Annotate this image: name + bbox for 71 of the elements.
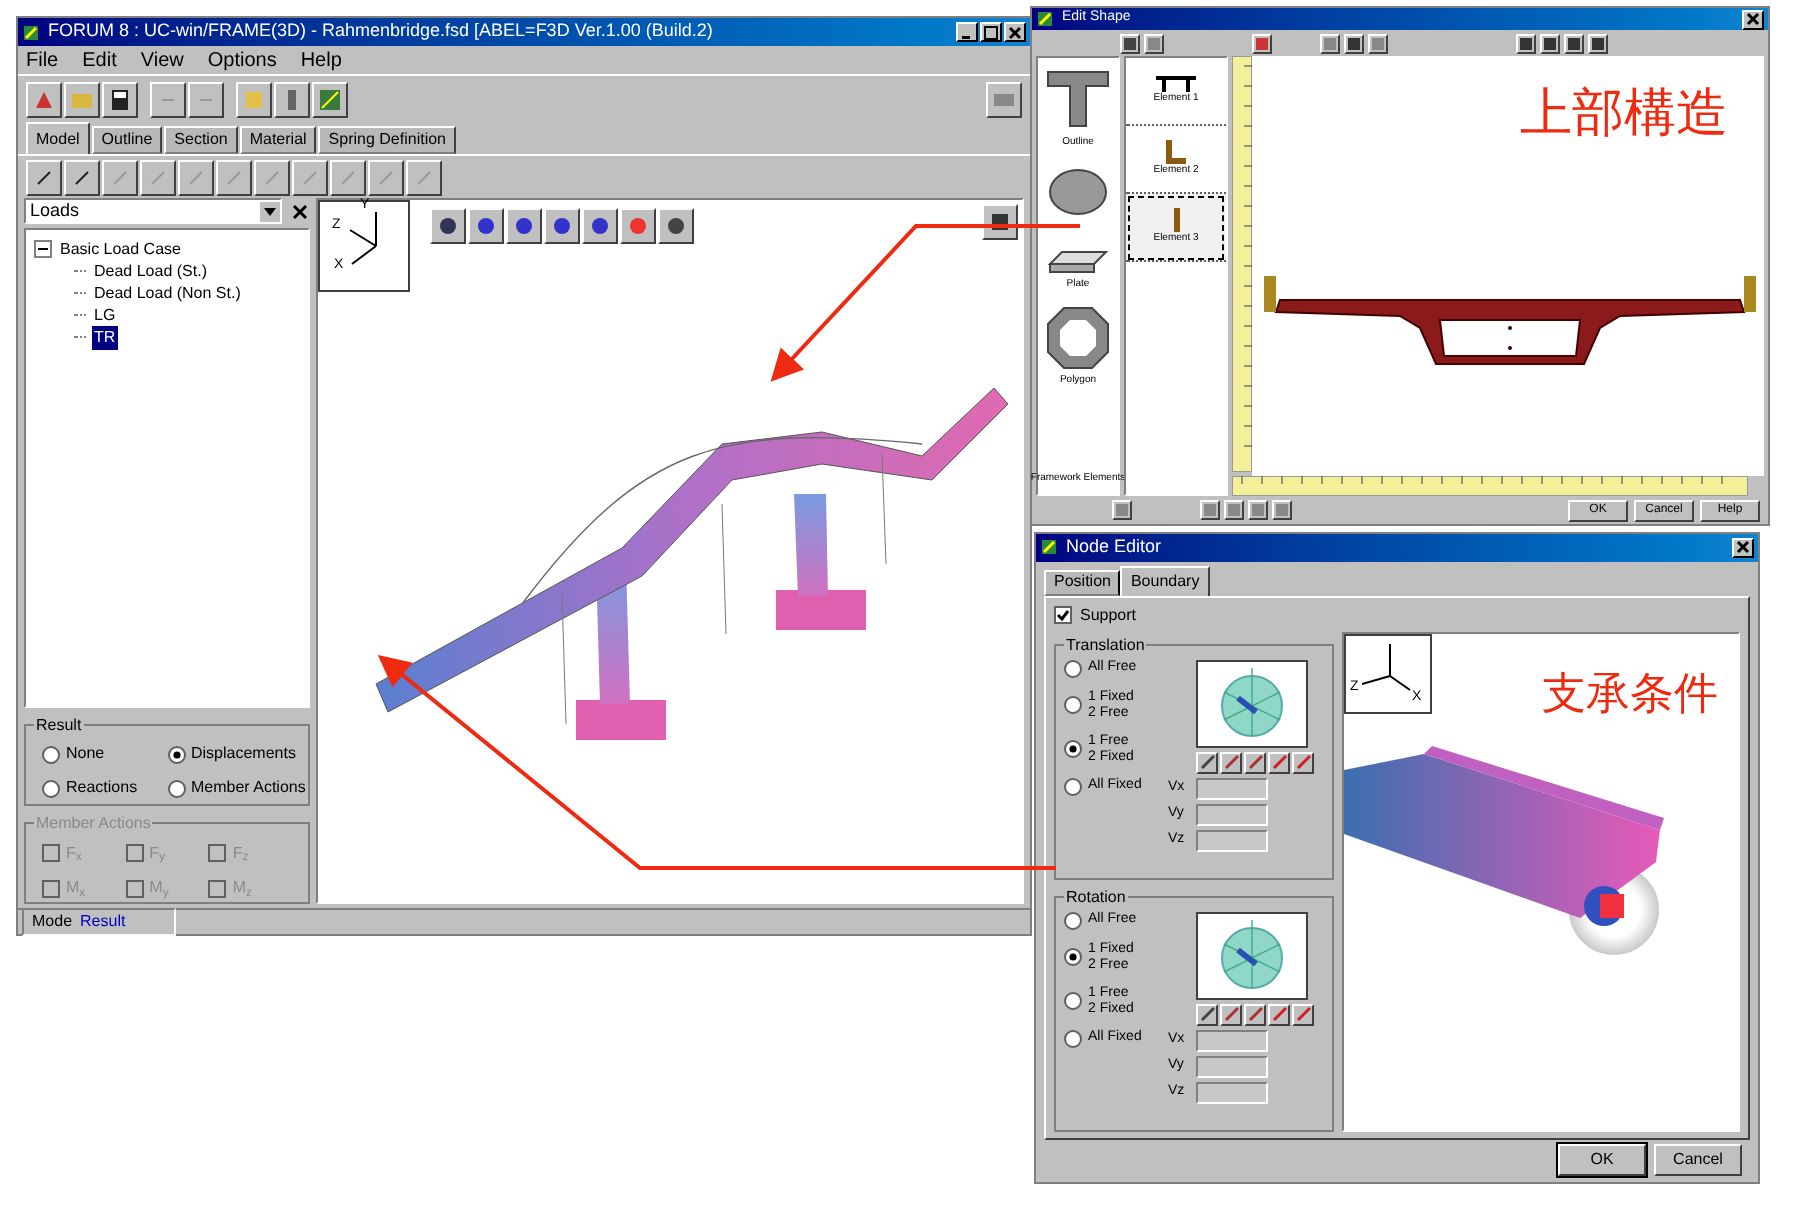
radio-button[interactable] — [1064, 911, 1082, 929]
toolbar-button-icon[interactable] — [70, 165, 94, 189]
close-icon[interactable] — [1744, 10, 1762, 28]
tree-item[interactable]: Dead Load (St.) — [92, 259, 209, 283]
maximize-icon[interactable] — [982, 23, 1000, 41]
input-field[interactable] — [1196, 1081, 1268, 1103]
group-title: Translation — [1064, 633, 1147, 657]
app-icon — [1040, 538, 1058, 557]
radio-label: Reactions — [66, 776, 138, 801]
collapse-icon[interactable] — [34, 240, 52, 258]
dialog-button[interactable]: OK — [1558, 1144, 1646, 1177]
radio-button[interactable] — [1064, 1029, 1082, 1047]
status-label: Mode — [32, 910, 73, 934]
section-piece-icon — [1173, 207, 1179, 232]
radio-button[interactable] — [1064, 948, 1082, 966]
input-field[interactable] — [1196, 1029, 1268, 1051]
menu-item[interactable]: File — [26, 45, 59, 75]
tab[interactable]: Material — [239, 126, 317, 154]
radio-button[interactable] — [1064, 740, 1082, 758]
tab[interactable]: Spring Definition — [318, 126, 456, 154]
toolbar-button-icon[interactable] — [32, 165, 56, 189]
radio-button[interactable] — [1064, 992, 1082, 1010]
octagon-shape-icon[interactable] — [1042, 304, 1114, 372]
tab[interactable]: Section — [164, 126, 238, 154]
close-icon[interactable] — [290, 201, 310, 221]
toolbar-button-icon[interactable] — [108, 87, 132, 111]
radio-button[interactable] — [42, 745, 60, 764]
checkbox-label: Support — [1080, 603, 1137, 627]
checkbox[interactable] — [1054, 606, 1072, 624]
radio-label: None — [66, 742, 105, 767]
section-piece-icon — [1156, 75, 1196, 92]
radio-button[interactable] — [1064, 777, 1082, 795]
menu-item[interactable]: View — [140, 45, 184, 75]
input-field[interactable] — [1196, 803, 1268, 825]
close-icon[interactable] — [1734, 538, 1752, 557]
toolbar-button-icon[interactable] — [436, 214, 460, 238]
tab[interactable]: Position — [1044, 569, 1121, 595]
input-field[interactable] — [1196, 777, 1268, 799]
tree-item[interactable]: LG — [92, 303, 118, 327]
tree-item[interactable]: TR — [92, 325, 118, 349]
close-icon[interactable] — [1006, 23, 1024, 41]
radio-button[interactable] — [42, 779, 60, 798]
status-value: Result — [80, 910, 126, 934]
caption-text: 上部構造 — [1520, 82, 1728, 148]
load-dropdown[interactable]: Loads — [24, 198, 282, 224]
input-field[interactable] — [1196, 829, 1268, 851]
radio-button[interactable] — [1064, 696, 1082, 714]
window-title: FORUM 8 : UC-win/FRAME(3D) - Rahmenbridge.fsd [ABEL=F3D Ver.1.00 (Build.2) — [48, 18, 713, 45]
menu-item[interactable]: Options — [207, 45, 277, 75]
group-title: Rotation — [1064, 885, 1128, 909]
app-icon — [1036, 10, 1054, 28]
dropdown-arrow-icon — [260, 201, 280, 221]
window-title: Node Editor — [1066, 534, 1162, 560]
dialog-button[interactable]: Cancel — [1654, 1144, 1742, 1177]
radio-button[interactable] — [167, 779, 185, 798]
tab[interactable]: Boundary — [1120, 565, 1210, 595]
caption-text: 支承条件 — [1542, 667, 1718, 723]
app-icon — [22, 23, 40, 41]
tree-item[interactable]: Basic Load Case — [58, 237, 183, 261]
tree-item[interactable]: Dead Load (Non St.) — [92, 281, 243, 305]
tab[interactable]: Outline — [91, 126, 163, 154]
menu-item[interactable]: Help — [300, 45, 342, 75]
tab[interactable]: Model — [26, 122, 90, 154]
axis-triad-drawing — [1362, 643, 1412, 691]
radio-label: Member Actions — [191, 776, 306, 801]
radio-button[interactable] — [167, 745, 185, 764]
menu-item[interactable]: Edit — [82, 45, 117, 75]
radio-label: Displacements — [191, 742, 296, 767]
radio-button[interactable] — [1064, 659, 1082, 677]
section-piece-icon — [1166, 139, 1186, 164]
input-field[interactable] — [1196, 1055, 1268, 1077]
